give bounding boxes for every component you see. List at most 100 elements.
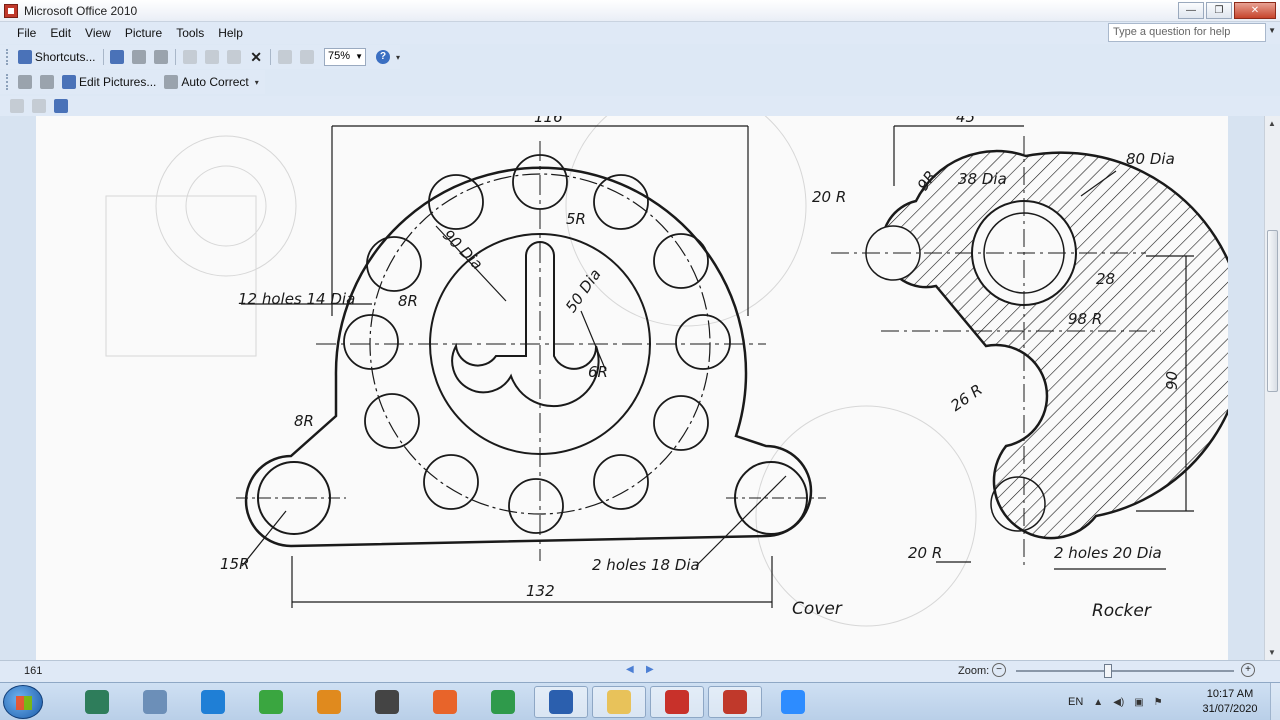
chevron-down-icon: ▼: [355, 52, 363, 61]
menu-edit[interactable]: Edit: [43, 26, 78, 40]
filmstrip-view-icon: [32, 99, 46, 113]
label-8r-outer: 8R: [294, 412, 314, 430]
minimize-button[interactable]: —: [1178, 2, 1204, 19]
scroll-up-icon[interactable]: ▲: [1268, 119, 1276, 128]
redo-button[interactable]: [296, 47, 318, 67]
taskbar-button-folder[interactable]: [592, 686, 646, 718]
show-desktop-button[interactable]: [1270, 683, 1280, 720]
folder-icon: [607, 690, 631, 714]
zoom-in-button[interactable]: +: [1241, 663, 1255, 677]
maximize-button[interactable]: ❐: [1206, 2, 1232, 19]
single-picture-view-button[interactable]: [50, 96, 72, 116]
toolbar-overflow-icon[interactable]: ▾: [255, 78, 259, 87]
flag-icon[interactable]: ⚑: [1154, 697, 1163, 708]
help-search-input[interactable]: Type a question for help: [1108, 23, 1266, 42]
save-button[interactable]: [106, 47, 128, 67]
start-button[interactable]: [3, 685, 43, 719]
rocker-view: [831, 125, 1228, 570]
taskbar-button-internet-explorer[interactable]: [186, 686, 240, 718]
label-26r: 26 R: [947, 381, 985, 415]
previous-picture-icon[interactable]: ◀: [626, 664, 634, 675]
clock[interactable]: 10:17 AM 31/07/2020: [1196, 687, 1264, 717]
label-38-dia: 38 Dia: [958, 170, 1007, 188]
scroll-down-icon[interactable]: ▼: [1268, 648, 1276, 657]
edit-pictures-label: Edit Pictures...: [79, 75, 157, 89]
menu-tools[interactable]: Tools: [169, 26, 211, 40]
zoom-out-button[interactable]: −: [992, 663, 1006, 677]
menu-help[interactable]: Help: [211, 26, 250, 40]
edit-pictures-button[interactable]: Edit Pictures...: [58, 72, 160, 92]
zoom-slider-track[interactable]: [1016, 670, 1234, 672]
label-15r: 15R: [220, 555, 250, 573]
toolbar-overflow-icon[interactable]: ▾: [396, 53, 400, 62]
status-bar: 161 ◀ ▶ Zoom: − +: [0, 660, 1280, 682]
print-icon: [132, 50, 147, 64]
label-5r: 5R: [566, 210, 586, 228]
taskbar-button-file-manager[interactable]: [70, 686, 124, 718]
scrollbar-thumb[interactable]: [1267, 230, 1278, 392]
taskbar-button-chrome[interactable]: [476, 686, 530, 718]
menu-picture[interactable]: Picture: [118, 26, 169, 40]
firefox-icon: [433, 690, 457, 714]
taskbar-button-marker[interactable]: [244, 686, 298, 718]
label-20r-top: 20 R: [812, 188, 846, 206]
taskbar: EN ▲ ◀) ▣ ⚑ 10:17 AM 31/07/2020: [0, 682, 1280, 720]
language-indicator[interactable]: EN: [1068, 696, 1083, 708]
delete-button[interactable]: ✕: [245, 47, 267, 67]
caption-cover: Cover: [792, 599, 843, 619]
auto-correct-button[interactable]: Auto Correct: [160, 72, 252, 92]
print-button[interactable]: [128, 47, 150, 67]
label-6r: 6R: [588, 363, 608, 381]
help-dropdown-icon[interactable]: ▼: [1268, 26, 1276, 35]
label-98r: 98 R: [1068, 310, 1102, 328]
acrobat-icon: [665, 690, 689, 714]
taskbar-button-acrobat[interactable]: [650, 686, 704, 718]
picture-count: 161: [24, 665, 43, 677]
office-picture-icon: [723, 690, 747, 714]
shortcuts-label: Shortcuts...: [34, 50, 96, 64]
menu-view[interactable]: View: [78, 26, 118, 40]
taskbar-button-zoom[interactable]: [766, 686, 820, 718]
shortcuts-button[interactable]: Shortcuts...: [14, 47, 100, 67]
taskbar-button-office-picture[interactable]: [708, 686, 762, 718]
tray-expand-icon[interactable]: ▲: [1093, 697, 1103, 708]
file-manager-icon: [85, 690, 109, 714]
copy-button[interactable]: [201, 47, 223, 67]
thumbnail-view-button[interactable]: [6, 96, 28, 116]
taskbar-button-firefox[interactable]: [418, 686, 472, 718]
single-picture-view-icon: [54, 99, 68, 113]
dim-90-label: 90: [1163, 371, 1181, 390]
close-button[interactable]: ✕: [1234, 2, 1276, 19]
export-button[interactable]: [150, 47, 172, 67]
cover-view: [236, 125, 826, 608]
scanner-icon: [375, 690, 399, 714]
taskbar-button-calculator[interactable]: [128, 686, 182, 718]
clock-date: 31/07/2020: [1202, 703, 1258, 715]
rotate-left-button[interactable]: [14, 72, 36, 92]
help-button[interactable]: ?: [372, 47, 394, 67]
toolbar-grip[interactable]: [6, 74, 9, 90]
paste-button[interactable]: [223, 47, 245, 67]
undo-button[interactable]: [274, 47, 296, 67]
filmstrip-view-button[interactable]: [28, 96, 50, 116]
menu-file[interactable]: File: [10, 26, 43, 40]
next-picture-icon[interactable]: ▶: [646, 664, 654, 675]
taskbar-button-scanner[interactable]: [360, 686, 414, 718]
vertical-scrollbar[interactable]: ▲ ▼: [1264, 116, 1280, 660]
picture-canvas: 116 45 132 90 12 holes 14 Dia 90 Dia 5R …: [36, 116, 1228, 660]
cut-button[interactable]: [179, 47, 201, 67]
menu-bar: File Edit View Picture Tools Help Type a…: [0, 22, 1280, 44]
label-20r-bottom: 20 R: [908, 544, 942, 562]
rotate-right-button[interactable]: [36, 72, 58, 92]
label-2-holes-18-dia: 2 holes 18 Dia: [592, 556, 700, 574]
standard-toolbar: Shortcuts... ✕ 75% ▼ ? ▾: [0, 45, 400, 69]
label-8r-inner: 8R: [398, 292, 418, 310]
zoom-slider-thumb[interactable]: [1103, 664, 1112, 678]
zoom-select[interactable]: 75% ▼: [323, 48, 366, 66]
taskbar-button-media-player[interactable]: [302, 686, 356, 718]
toolbar-grip[interactable]: [6, 49, 9, 65]
redo-icon: [299, 50, 314, 64]
taskbar-button-word[interactable]: [534, 686, 588, 718]
volume-icon[interactable]: ◀): [1113, 697, 1124, 708]
network-icon[interactable]: ▣: [1134, 697, 1143, 708]
